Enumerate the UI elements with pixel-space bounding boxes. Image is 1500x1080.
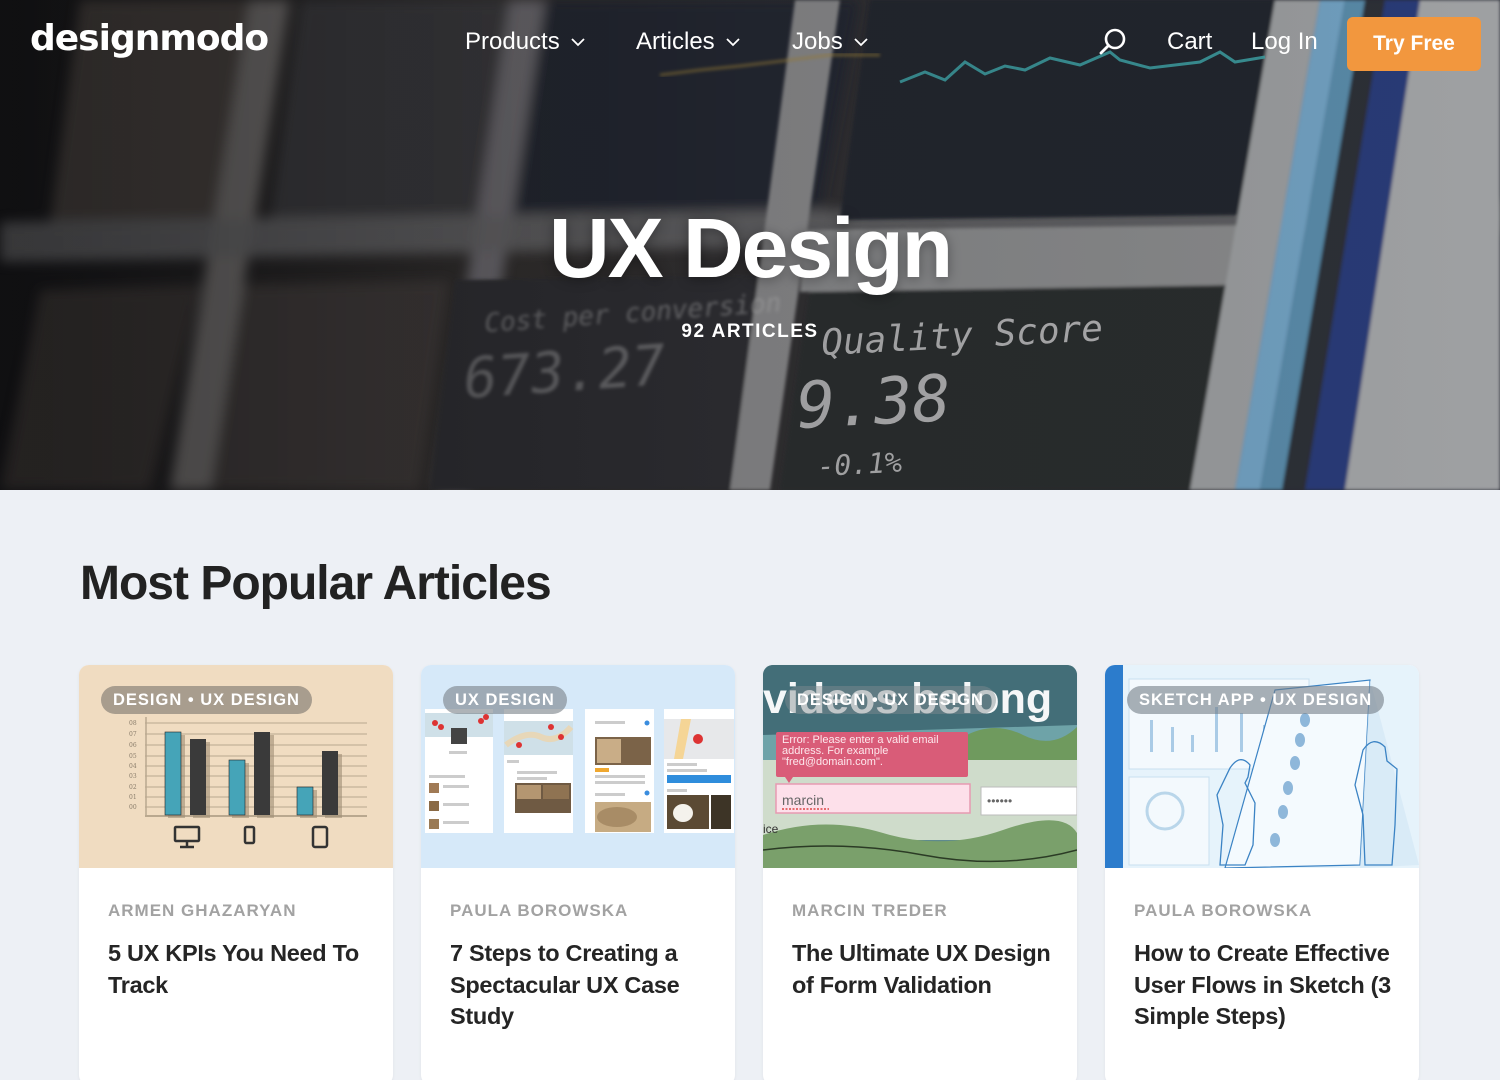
chevron-down-icon [571, 38, 585, 47]
svg-text:00: 00 [129, 804, 137, 811]
article-author[interactable]: MARCIN TREDER [792, 901, 948, 921]
category-tag[interactable]: SKETCH APP • UX DESIGN [1127, 686, 1385, 714]
svg-text:04: 04 [129, 763, 137, 770]
category-tag[interactable]: UX DESIGN [443, 686, 567, 714]
nav-articles-label: Articles [636, 28, 715, 55]
article-author[interactable]: ARMEN GHAZARYAN [108, 901, 296, 921]
svg-text:07: 07 [129, 731, 137, 738]
article-card[interactable]: UX DESIGN PAULA BOROWSKA 7 Steps to Crea… [421, 665, 735, 1080]
login-link[interactable]: Log In [1251, 28, 1318, 56]
category-tag[interactable]: DESIGN • UX DESIGN [101, 686, 312, 714]
thumbnail-input-value: marcin [782, 792, 824, 808]
svg-text:03: 03 [129, 773, 137, 780]
svg-text:05: 05 [129, 753, 137, 760]
designmodo-logo[interactable]: designmodo [30, 18, 269, 59]
article-title[interactable]: How to Create Effective User Flows in Sk… [1134, 938, 1394, 1033]
cart-link[interactable]: Cart [1167, 28, 1212, 56]
nav-jobs-label: Jobs [792, 28, 843, 55]
nav-products[interactable]: Products [465, 28, 586, 56]
thumbnail-fragment: ice [763, 822, 779, 836]
article-count: 92 ARTICLES [681, 321, 819, 342]
svg-text:01: 01 [129, 794, 137, 801]
article-title[interactable]: 7 Steps to Creating a Spectacular UX Cas… [450, 938, 710, 1033]
chevron-down-icon [854, 38, 868, 47]
search-icon[interactable] [1098, 27, 1128, 57]
top-navigation: designmodo Products Articles Jobs Cart L… [0, 0, 1500, 88]
hero-banner: Cost per conversion 673.27 Quality Score… [0, 0, 1500, 490]
article-author[interactable]: PAULA BOROWSKA [450, 901, 628, 921]
thumbnail-error-message: Error: Please enter a valid email addres… [782, 735, 939, 768]
article-card[interactable]: SKETCH APP • UX DESIGN PAULA BOROWSKA Ho… [1105, 665, 1419, 1080]
category-tag[interactable]: DESIGN • UX DESIGN [785, 686, 996, 714]
svg-text:06: 06 [129, 742, 137, 749]
try-free-button[interactable]: Try Free [1347, 17, 1481, 71]
article-title[interactable]: The Ultimate UX Design of Form Validatio… [792, 938, 1052, 1001]
device-icons [173, 825, 329, 849]
section-title: Most Popular Articles [80, 557, 552, 610]
nav-articles[interactable]: Articles [636, 28, 741, 56]
page-title: UX Design [548, 201, 953, 295]
article-card[interactable]: 08 07 06 05 04 03 02 01 00 DESIGN • UX DESIGN A… [79, 665, 393, 1080]
chevron-down-icon [726, 38, 740, 47]
svg-text:02: 02 [129, 784, 137, 791]
article-author[interactable]: PAULA BOROWSKA [1134, 901, 1312, 921]
nav-products-label: Products [465, 28, 560, 55]
nav-jobs[interactable]: Jobs [792, 28, 869, 56]
svg-text:08: 08 [129, 720, 137, 727]
article-card[interactable]: videos belong Error: Please enter a vali… [763, 665, 1077, 1080]
thumbnail-password: •••••• [987, 794, 1012, 808]
article-title[interactable]: 5 UX KPIs You Need To Track [108, 938, 368, 1001]
